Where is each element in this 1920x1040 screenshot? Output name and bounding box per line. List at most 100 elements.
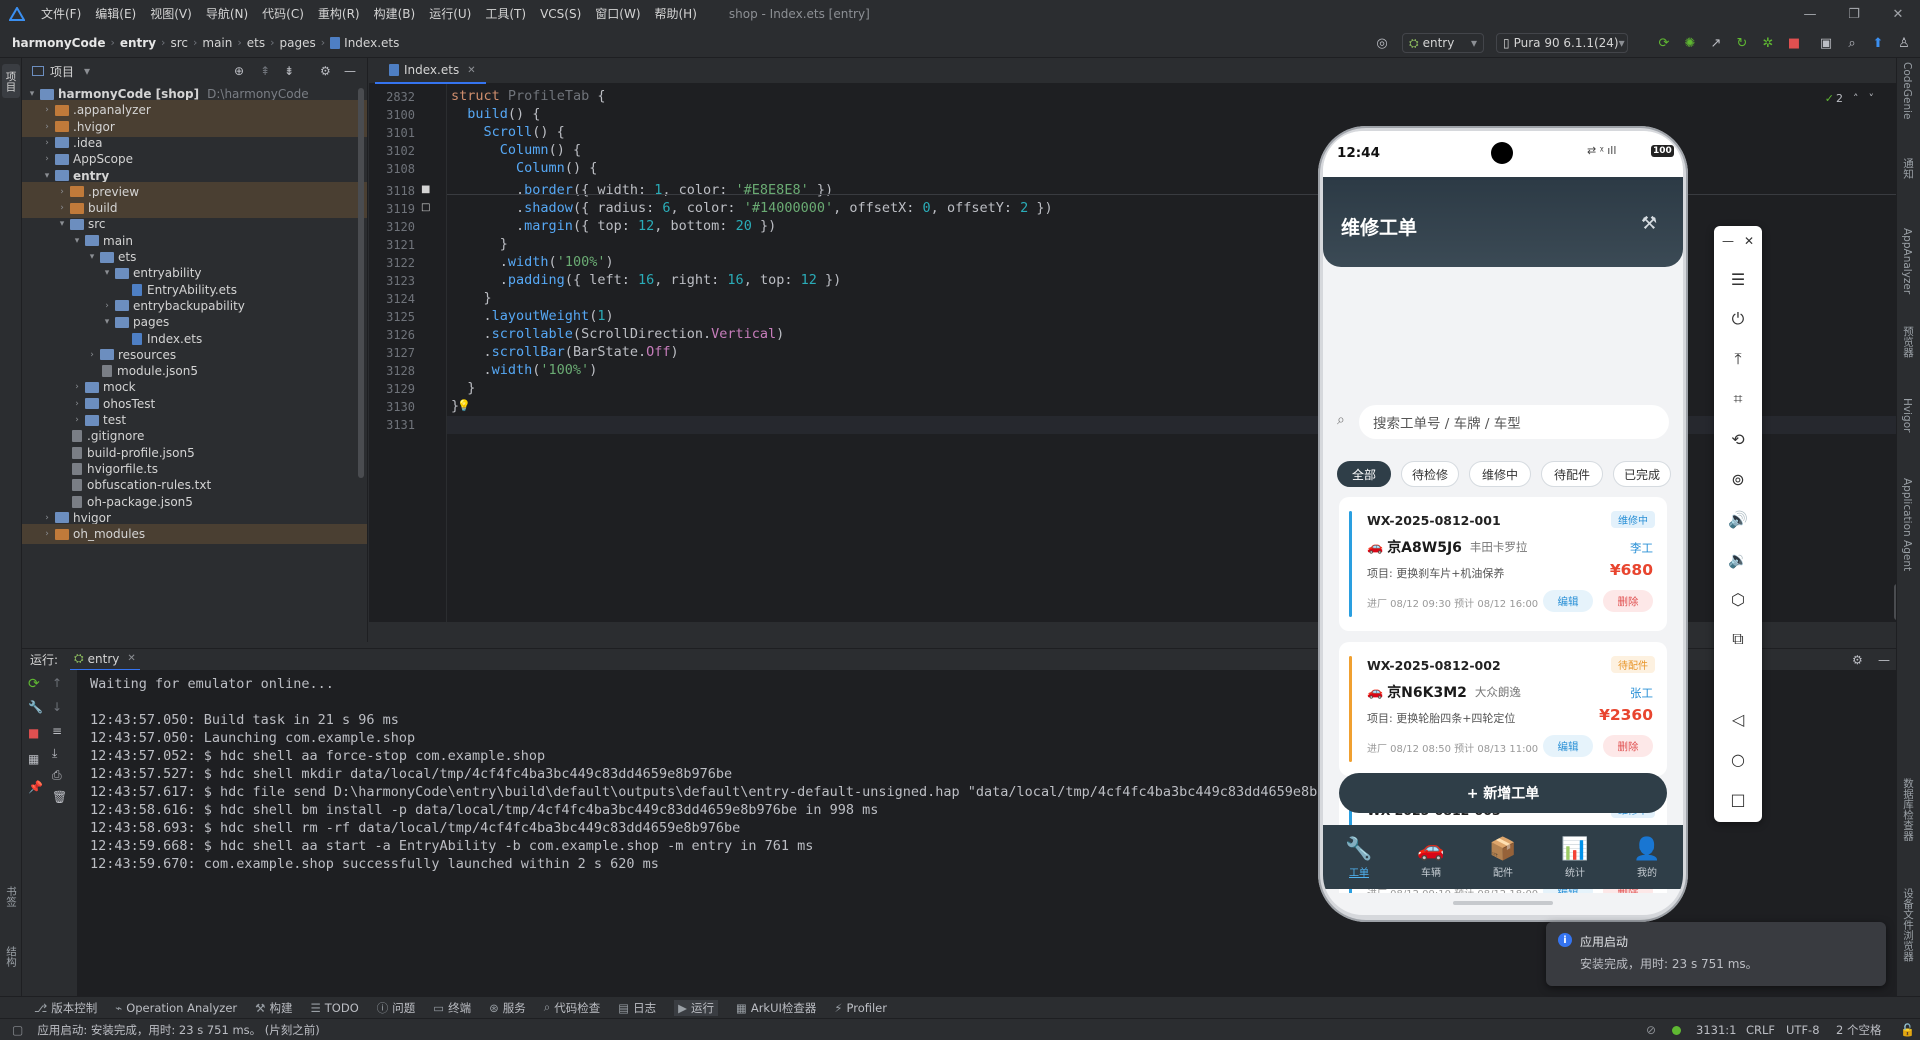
run-tab-entry[interactable]: ⛭ entry ✕ (70, 649, 140, 671)
breadcrumb-item[interactable]: Index.ets (344, 36, 399, 50)
screenshot-icon[interactable]: ⊚ (1714, 464, 1762, 494)
trash-icon[interactable]: 🗑 (52, 790, 67, 804)
chevron-up-icon[interactable]: ˄ (1853, 92, 1859, 105)
layout-icon[interactable]: ▦ (28, 752, 39, 766)
bottom-tool-button[interactable]: ▶ 运行 (674, 999, 718, 1016)
restore-icon[interactable]: ❐ (1832, 0, 1876, 28)
minimize-icon[interactable]: — (1722, 234, 1734, 248)
bottom-tool-button[interactable]: ☰ TODO (310, 1001, 358, 1015)
filter-chip[interactable]: 维修中 (1469, 461, 1531, 487)
chevron-right-icon[interactable]: › (41, 138, 53, 148)
appanalyzer-tool-button[interactable]: AppAnalyzer (1901, 228, 1913, 294)
bottom-tool-button[interactable]: ⚒ 构建 (255, 1000, 292, 1016)
locate-icon[interactable]: ◎ (1372, 33, 1392, 53)
tab-chart[interactable]: 📊 统计 (1539, 825, 1611, 889)
tab-wrench[interactable]: 🔧 工单 (1323, 825, 1395, 889)
chevron-right-icon[interactable]: › (71, 399, 83, 409)
breadcrumb-item[interactable]: pages (280, 36, 316, 50)
database-inspector-tool-button[interactable]: 数据库检查器 (1901, 778, 1916, 841)
bottom-tool-button[interactable]: ▤ 日志 (618, 1000, 656, 1016)
line-separator[interactable]: CRLF (1746, 1023, 1775, 1037)
chevron-down-icon[interactable]: ▾ (101, 268, 113, 278)
chevron-right-icon[interactable]: › (71, 382, 83, 392)
close-tab-icon[interactable]: ✕ (127, 653, 135, 664)
print-icon[interactable]: ⎙ (52, 768, 62, 783)
bottom-tool-button[interactable]: ⌁ Operation Analyzer (115, 1001, 237, 1015)
chevron-down-icon[interactable]: ˅ (1869, 92, 1875, 105)
menu-item[interactable]: 运行(U) (422, 0, 478, 28)
account-icon[interactable]: ♙ (1894, 33, 1914, 53)
lock-icon[interactable]: 🔓 (1900, 1023, 1915, 1037)
scroll-down-icon[interactable]: ↓ (52, 700, 62, 714)
tab-user[interactable]: 👤 我的 (1611, 825, 1683, 889)
chevron-right-icon[interactable]: › (101, 301, 113, 311)
search-input[interactable]: 搜索工单号 / 车牌 / 车型 (1359, 405, 1669, 439)
close-tab-icon[interactable]: ✕ (467, 65, 475, 76)
chevron-right-icon[interactable]: › (41, 122, 53, 132)
previewer-tool-button[interactable]: 预览器 (1901, 326, 1916, 358)
apply-changes-icon[interactable]: ↻ (1732, 33, 1752, 53)
emulator-screen[interactable]: 12:44 ⇄ ᵡ ıll 100 维修工单 ⚒ ⌕ 搜索工单号 / 车牌 / … (1323, 131, 1683, 915)
filter-chip[interactable]: 已完成 (1613, 461, 1671, 487)
pin-icon[interactable]: 📌 (28, 780, 43, 794)
application-agent-tool-button[interactable]: Application Agent (1901, 478, 1913, 571)
bottom-tool-button[interactable]: ⊛ 服务 (489, 1000, 526, 1016)
collapse-all-icon[interactable]: ⇞ (260, 64, 270, 78)
hide-panel-icon[interactable]: — (1878, 653, 1890, 667)
search-icon[interactable]: ⌕ (1842, 33, 1862, 53)
status-message[interactable]: 应用启动: 安装完成，用时: 23 s 751 ms。 (片刻之前) (37, 1022, 319, 1038)
device-file-browser-tool-button[interactable]: 设备文件浏览器 (1901, 888, 1916, 962)
file-encoding[interactable]: UTF-8 (1786, 1023, 1820, 1037)
edit-button[interactable]: 编辑 (1543, 735, 1593, 757)
multi-screen-icon[interactable]: ⧉ (1714, 624, 1762, 654)
inspection-widget[interactable]: ✓ 2 ˄ ˅ (1825, 92, 1874, 105)
add-order-button[interactable]: + 新增工单 (1339, 773, 1667, 813)
breadcrumb-item[interactable]: main (202, 36, 232, 50)
order-card[interactable]: WX-2025-0812-001 维修中 🚗 京A8W5J6 丰田卡罗拉 李工 项目: 更换… (1339, 497, 1667, 631)
menu-item[interactable]: 视图(V) (143, 0, 199, 28)
codegenie-tool-button[interactable]: CodeGenie (1901, 62, 1913, 120)
home-icon[interactable]: ○ (1714, 744, 1762, 774)
project-panel-title[interactable]: 项目 (50, 63, 74, 80)
breadcrumb-item[interactable]: harmonyCode (12, 36, 105, 50)
attach-icon[interactable]: ↗ (1706, 33, 1726, 53)
target-icon[interactable]: ⊕ (234, 64, 244, 78)
scroll-up-icon[interactable]: ↑ (52, 676, 62, 690)
run-config-select[interactable]: ⛭ entry ▾ (1402, 33, 1484, 53)
scroll-end-icon[interactable]: ⤓ (52, 746, 57, 761)
device-manager-icon[interactable]: ▣ (1816, 33, 1836, 53)
notification-popup[interactable]: i 应用启动 安装完成，用时: 23 s 751 ms。 (1546, 922, 1886, 986)
caret-position[interactable]: 3131:1 (1696, 1023, 1736, 1037)
menu-item[interactable]: 代码(C) (255, 0, 311, 28)
status-ok-icon[interactable] (1672, 1026, 1681, 1035)
breadcrumb-item[interactable]: src (170, 36, 188, 50)
chevron-right-icon[interactable]: › (86, 350, 98, 360)
chevron-down-icon[interactable]: ▾ (26, 89, 38, 99)
chevron-right-icon[interactable]: › (41, 529, 53, 539)
search-bar[interactable]: ⌕ 搜索工单号 / 车牌 / 车型 (1337, 405, 1669, 439)
wrench-icon[interactable]: 🔧 (28, 700, 43, 714)
delete-button[interactable]: 删除 (1603, 590, 1653, 612)
chevron-down-icon[interactable]: ▾ (56, 219, 68, 229)
delete-button[interactable]: 删除 (1603, 735, 1653, 757)
tree-scrollbar[interactable] (358, 88, 364, 478)
chevron-right-icon[interactable]: › (41, 154, 53, 164)
menu-item[interactable]: VCS(S) (533, 0, 588, 28)
chevron-down-icon[interactable]: ▾ (71, 236, 83, 246)
chevron-right-icon[interactable]: › (41, 513, 53, 523)
recents-icon[interactable]: □ (1714, 784, 1762, 814)
shake-icon[interactable]: ⬡ (1714, 584, 1762, 614)
tools-icon[interactable]: ⚒ (1641, 213, 1657, 234)
hide-panel-icon[interactable]: — (344, 64, 356, 78)
filter-chip[interactable]: 待检修 (1401, 461, 1459, 487)
menu-icon[interactable]: ☰ (1714, 264, 1762, 294)
tab-index-ets[interactable]: Index.ets ✕ (375, 58, 486, 84)
notifications-tool-button[interactable]: 通知 (1901, 158, 1916, 179)
filter-chip[interactable]: 待配件 (1541, 461, 1603, 487)
chevron-right-icon[interactable]: › (56, 203, 68, 213)
bottom-tool-button[interactable]: ▭ 终端 (433, 1000, 471, 1016)
bookmarks-tool-button[interactable]: 书签 (4, 886, 19, 907)
bottom-tool-button[interactable]: ⚡ Profiler (834, 1001, 887, 1015)
chevron-down-icon[interactable]: ▾ (41, 171, 53, 181)
status-square-icon[interactable]: ▢ (12, 1023, 23, 1037)
